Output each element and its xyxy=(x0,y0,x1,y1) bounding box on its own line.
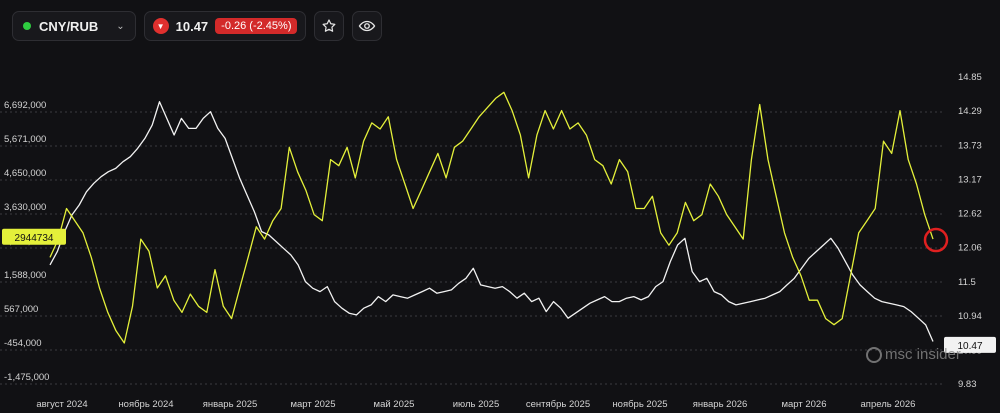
x-tick-label: ноябрь 2025 xyxy=(612,399,667,410)
series-lines xyxy=(49,91,934,344)
x-tick-label: январь 2026 xyxy=(693,399,748,410)
left-tick-label: 567,000 xyxy=(4,304,38,315)
left-current-value: 2944734 xyxy=(15,233,54,244)
x-tick-label: май 2025 xyxy=(374,399,415,410)
left-tick-label: 4,650,000 xyxy=(4,168,46,179)
x-tick-label: март 2026 xyxy=(781,399,826,410)
left-tick-label: -454,000 xyxy=(4,338,42,349)
right-tick-label: 14.29 xyxy=(958,106,982,117)
watermark-text: msc insider xyxy=(885,346,961,363)
right-tick-label: 12.62 xyxy=(958,208,982,219)
right-tick-label: 13.17 xyxy=(958,175,982,186)
right-tick-label: 14.85 xyxy=(958,72,982,83)
current-markers: 2944734 10.47 xyxy=(2,227,996,353)
x-tick-label: ноябрь 2024 xyxy=(118,399,173,410)
left-tick-label: 6,692,000 xyxy=(4,100,46,111)
right-current-value: 10.47 xyxy=(957,341,982,352)
logo-icon xyxy=(866,346,882,363)
price-line xyxy=(49,91,934,344)
right-tick-label: 10.94 xyxy=(958,311,982,322)
right-tick-label: 9.83 xyxy=(958,379,977,390)
grid-lines xyxy=(0,111,945,385)
right-tick-label: 12.06 xyxy=(958,243,982,254)
volume-line xyxy=(49,101,934,342)
price-chart[interactable]: 6,692,0005,671,0004,650,0003,630,0002,60… xyxy=(0,0,1000,413)
x-tick-label: август 2024 xyxy=(36,399,87,410)
left-tick-label: 3,630,000 xyxy=(4,202,46,213)
x-tick-label: апрель 2026 xyxy=(861,399,916,410)
left-tick-label: -1,475,000 xyxy=(4,372,49,383)
time-axis: август 2024 ноябрь 2024 январь 2025 март 20… xyxy=(36,399,915,410)
right-tick-label: 13.73 xyxy=(958,140,982,151)
watermark-logo: msc insider xyxy=(866,346,961,363)
x-tick-label: сентябрь 2025 xyxy=(526,399,590,410)
x-tick-label: март 2025 xyxy=(290,399,335,410)
x-tick-label: январь 2025 xyxy=(203,399,258,410)
x-tick-label: июль 2025 xyxy=(453,399,500,410)
right-tick-label: 11.5 xyxy=(958,277,976,288)
left-tick-label: 1,588,000 xyxy=(4,270,46,281)
left-tick-label: 5,671,000 xyxy=(4,134,46,145)
